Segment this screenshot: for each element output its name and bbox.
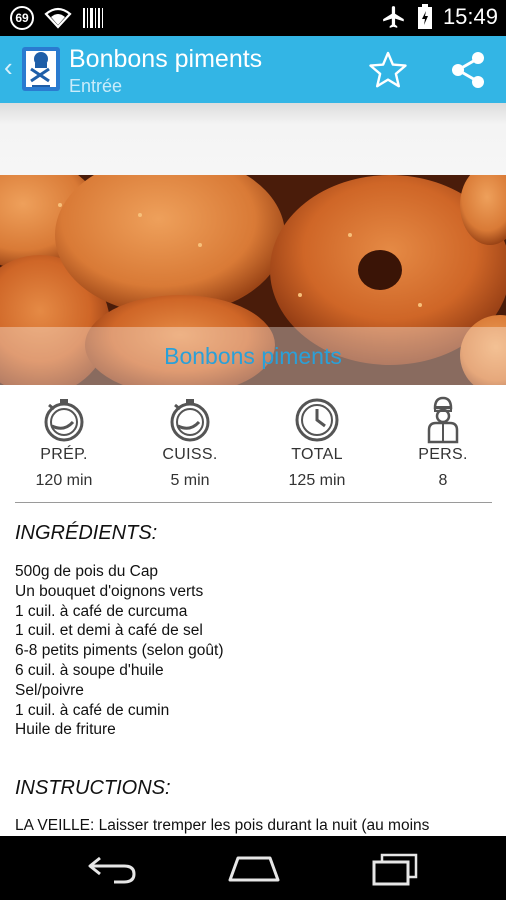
stat-value: 8 [438, 472, 448, 489]
barcode-icon [83, 8, 103, 28]
list-item: 6-8 petits piments (selon goût) [15, 642, 224, 660]
instructions-heading: INSTRUCTIONS: [15, 777, 171, 799]
instructions-text: LA VEILLE: Laisser tremper les pois dura… [15, 817, 430, 834]
stat-value: 5 min [170, 472, 210, 489]
list-item: 1 cuil. à café de cumin [15, 701, 170, 719]
back-icon[interactable] [86, 852, 140, 886]
list-item: 1 cuil. à café de curcuma [15, 602, 188, 620]
wifi-icon [44, 7, 72, 29]
home-icon[interactable] [226, 852, 282, 886]
list-item: 1 cuil. et demi à café de sel [15, 622, 203, 640]
photo-caption: Bonbons piments [0, 327, 506, 385]
photo-caption-text: Bonbons piments [164, 343, 342, 369]
recents-icon[interactable] [368, 852, 422, 886]
list-item: 500g de pois du Cap [15, 563, 159, 580]
stat-label: TOTAL [291, 446, 343, 463]
stat-servings: PERS. 8 [388, 392, 498, 490]
ingredients-heading: INGRÉDIENTS: [15, 522, 158, 544]
stat-label: PERS. [418, 446, 468, 463]
up-navigation-icon[interactable]: ‹ [4, 54, 13, 80]
clock-icon [295, 398, 339, 442]
action-bar: ‹ Bonbons piments Entrée [0, 36, 506, 103]
list-item: Un bouquet d'oignons verts [15, 582, 204, 600]
chef-icon [427, 396, 459, 444]
battery-icon [417, 4, 432, 29]
list-item: Huile de friture [15, 721, 116, 739]
airplane-icon [383, 6, 404, 28]
stat-total: TOTAL 125 min [262, 392, 372, 490]
ingredients-list: 500g de pois du Cap Un bouquet d'oignons… [15, 562, 224, 740]
header-spacer [0, 103, 506, 175]
divider [15, 502, 492, 503]
list-item: 6 cuil. à soupe d'huile [15, 661, 164, 679]
timer-icon [170, 399, 210, 442]
stat-cook: CUISS. 5 min [135, 392, 245, 490]
recipe-photo: Bonbons piments [0, 175, 506, 385]
stat-label: CUISS. [162, 446, 218, 463]
stat-value: 120 min [35, 472, 93, 489]
recipe-category: Entrée [69, 76, 123, 96]
star-icon[interactable] [368, 50, 408, 90]
recipe-stats: PRÉP. 120 min CUISS. 5 min TOTAL 125 min [0, 392, 506, 492]
list-item: Sel/poivre [15, 681, 84, 699]
stat-value: 125 min [288, 472, 346, 489]
stat-prep: PRÉP. 120 min [9, 392, 119, 490]
recipe-title: Bonbons piments [69, 45, 263, 73]
stat-label: PRÉP. [40, 446, 88, 463]
navigation-bar [0, 836, 506, 900]
notification-badge-icon: 69 [10, 6, 34, 30]
app-logo-icon[interactable] [18, 45, 64, 93]
status-bar: 69 15:49 [0, 0, 506, 36]
timer-icon [44, 399, 84, 442]
share-icon[interactable] [448, 50, 488, 90]
clock-time: 15:49 [442, 4, 498, 29]
